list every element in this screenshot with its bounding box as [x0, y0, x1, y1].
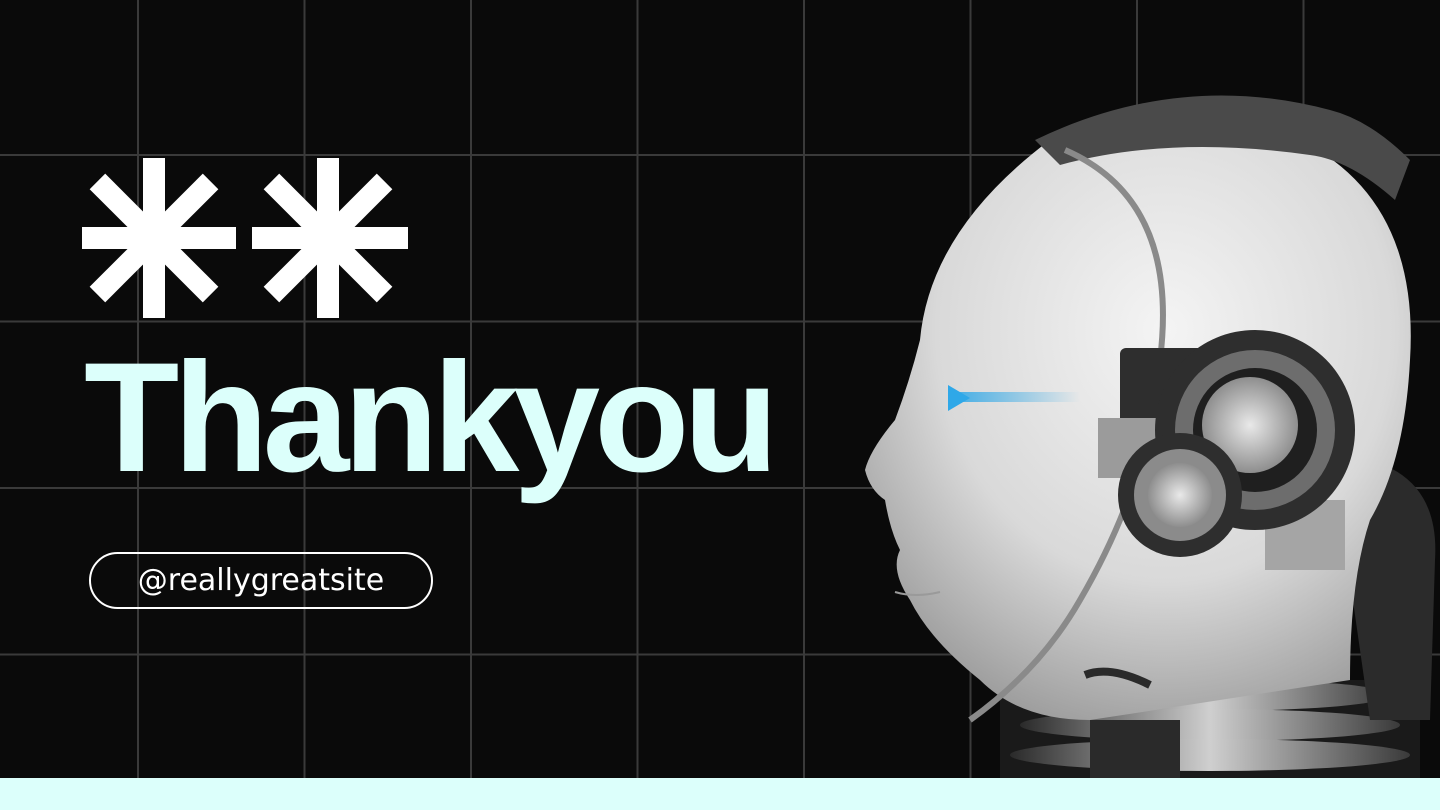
- asterisk-decoration: [82, 158, 408, 318]
- robot-head-image: [865, 95, 1436, 780]
- social-handle-text: @reallygreatsite: [137, 563, 385, 598]
- footer-bar: [0, 778, 1440, 810]
- page-title: Thankyou: [84, 331, 779, 505]
- robot-ear: [1098, 330, 1355, 570]
- social-handle-badge[interactable]: @reallygreatsite: [89, 552, 433, 609]
- asterisk-icon: [252, 158, 408, 318]
- asterisk-icon: [82, 158, 236, 318]
